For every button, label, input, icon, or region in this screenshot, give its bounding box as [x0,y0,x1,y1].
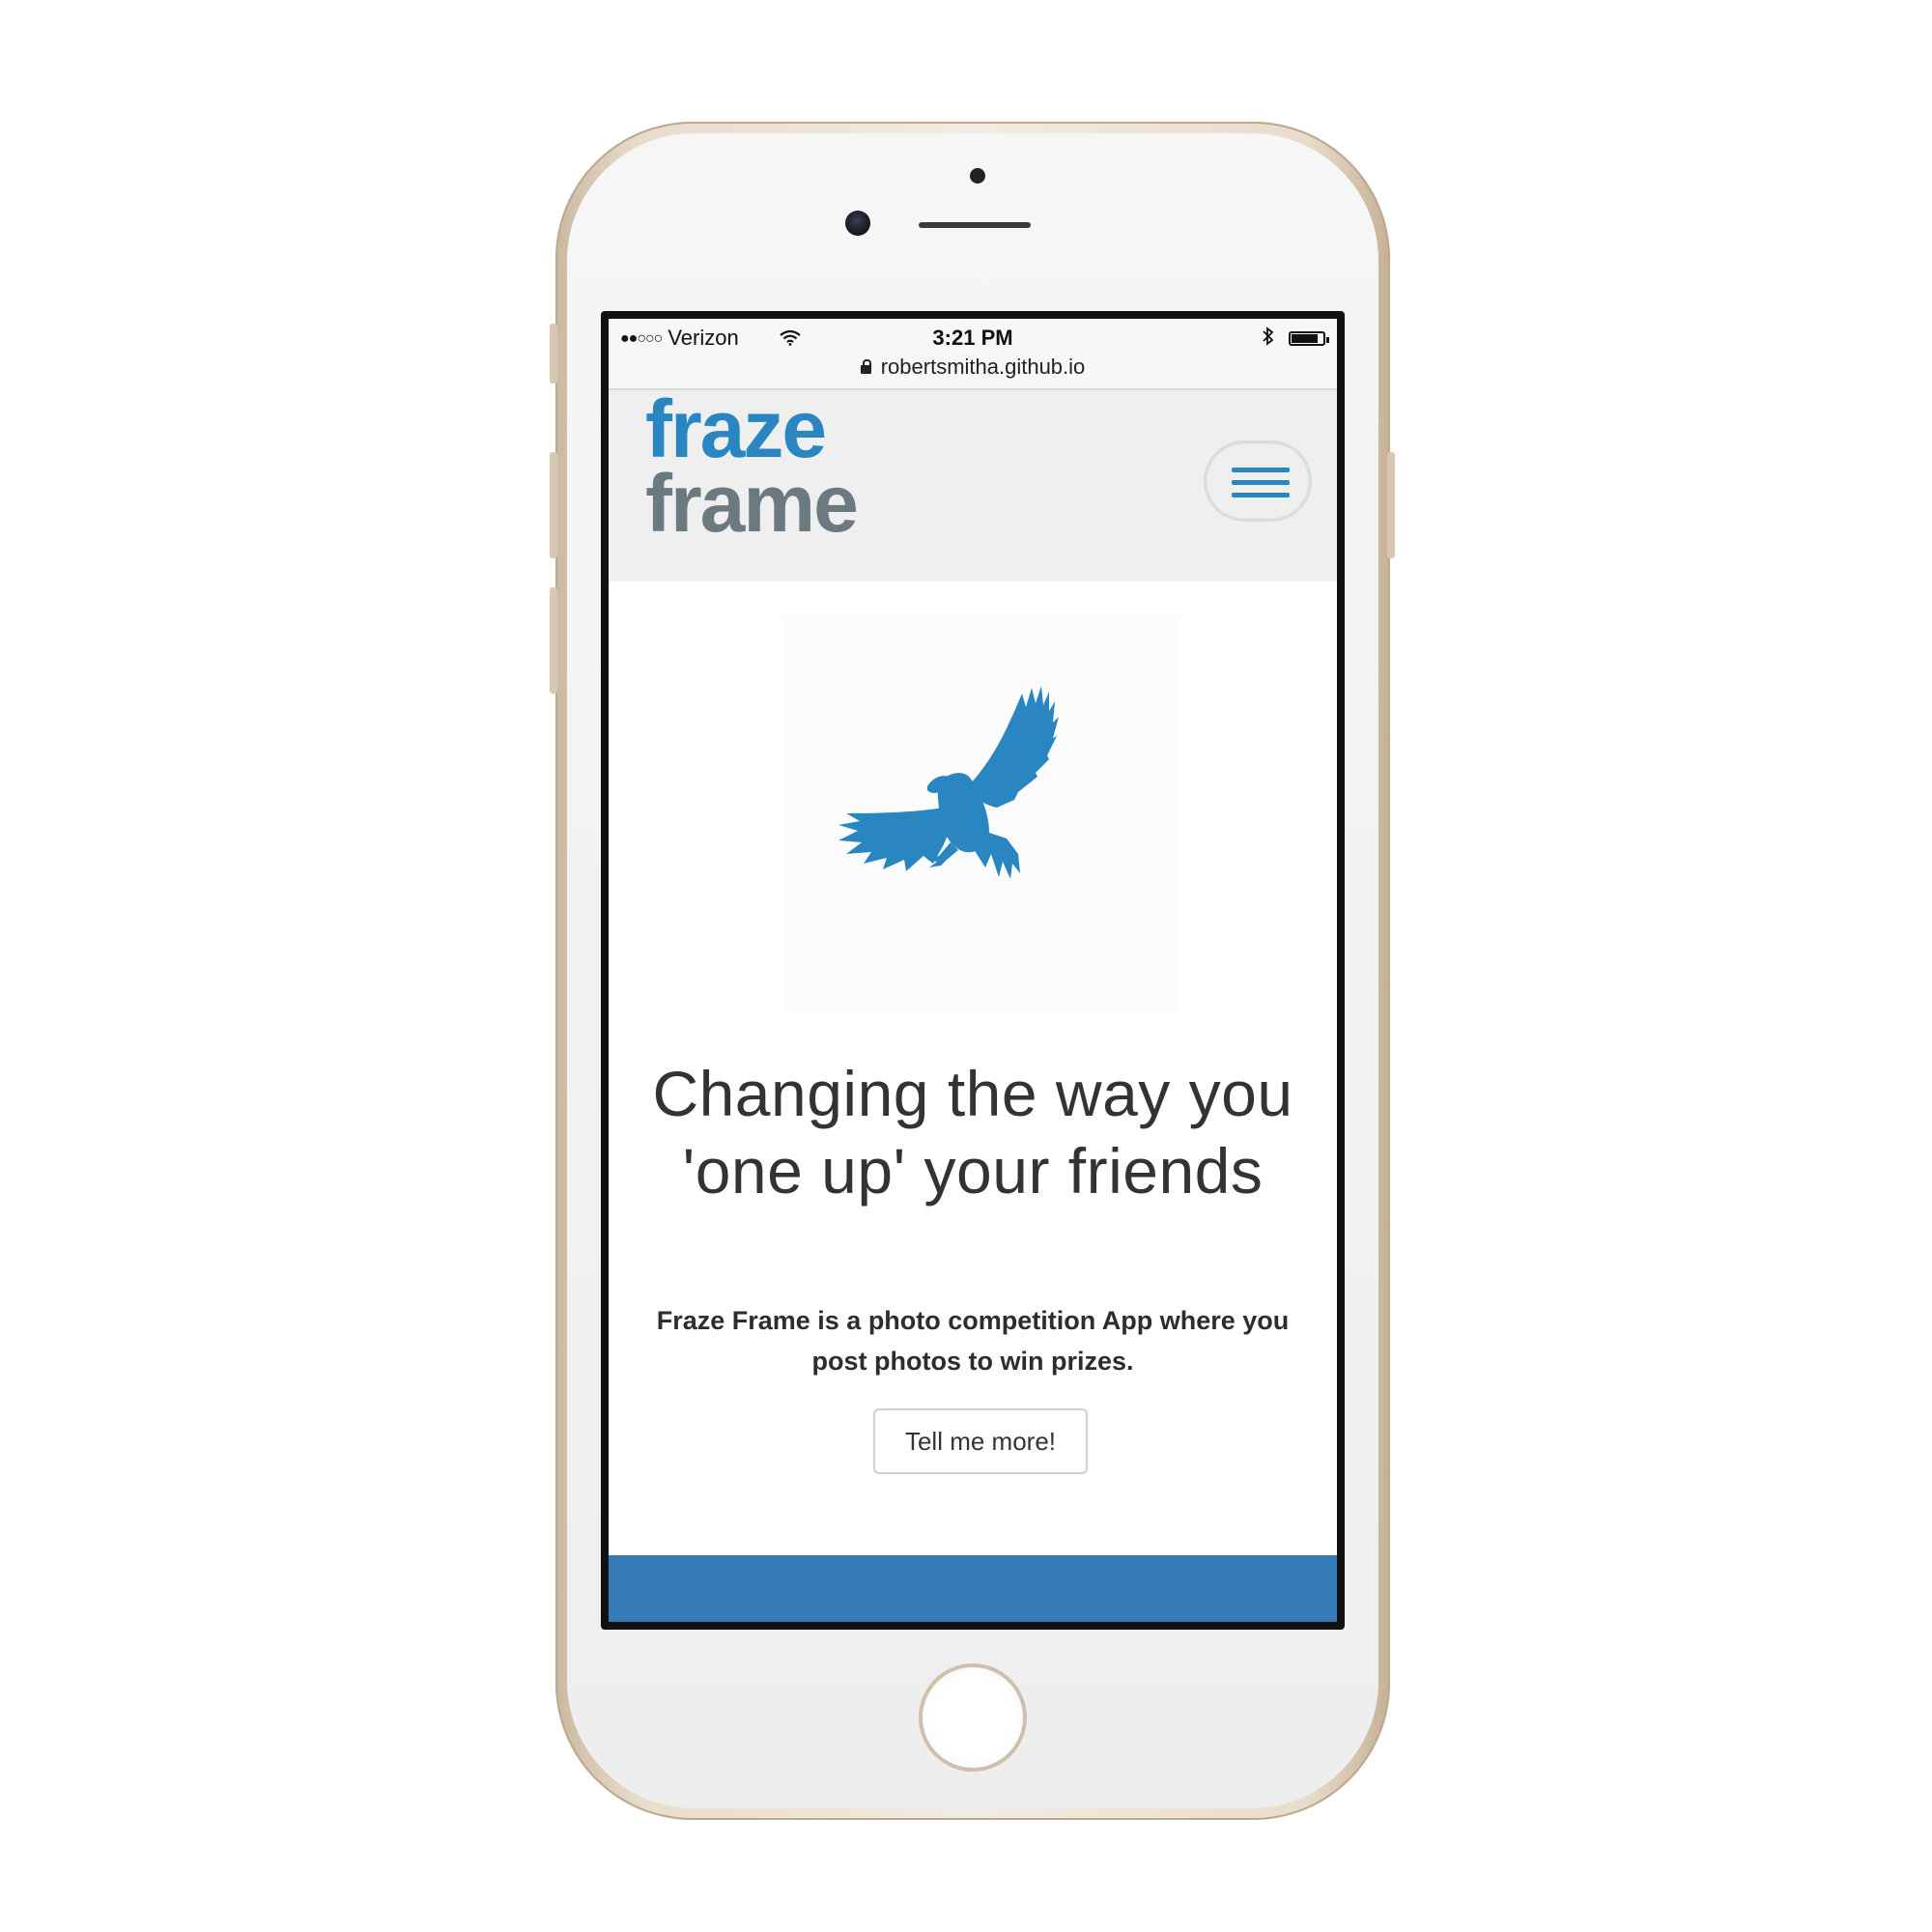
browser-viewport: ●●○○○ Verizon 3:21 PM robertsmitha.github… [609,319,1337,1622]
hero-lead-text: Fraze Frame is a photo competition App w… [656,1306,1290,1376]
tell-me-more-button[interactable]: Tell me more! [873,1408,1088,1474]
site-navbar: fraze frame [609,384,1337,582]
bluetooth-icon [1262,327,1275,352]
brand-logo[interactable]: fraze frame [645,384,859,550]
brand-line-frame: frame [645,458,859,550]
front-camera-icon [845,211,870,236]
earpiece-speaker [919,222,1031,228]
proximity-sensor [970,168,985,184]
status-bar: ●●○○○ Verizon 3:21 PM [609,319,1337,352]
url-text: robertsmitha.github.io [880,355,1086,379]
mute-switch [550,324,557,384]
volume-up-button [550,452,557,558]
menu-toggle-button[interactable] [1204,440,1312,522]
status-time: 3:21 PM [932,326,1013,350]
power-button [1387,452,1395,558]
lock-icon [860,359,871,374]
hero-headline: Changing the way you 'one up' your frien… [652,1058,1293,1207]
blue-section [609,1555,1337,1622]
hero-image [782,614,1180,1012]
battery-icon [1289,331,1329,346]
home-button[interactable] [919,1663,1027,1772]
phone-screen: ●●○○○ Verizon 3:21 PM robertsmitha.github… [601,311,1345,1630]
brand-line-fraze: fraze [645,384,827,474]
volume-down-button [550,587,557,694]
hero-section: Changing the way you 'one up' your frien… [609,582,1337,1555]
eagle-icon [838,686,1059,879]
